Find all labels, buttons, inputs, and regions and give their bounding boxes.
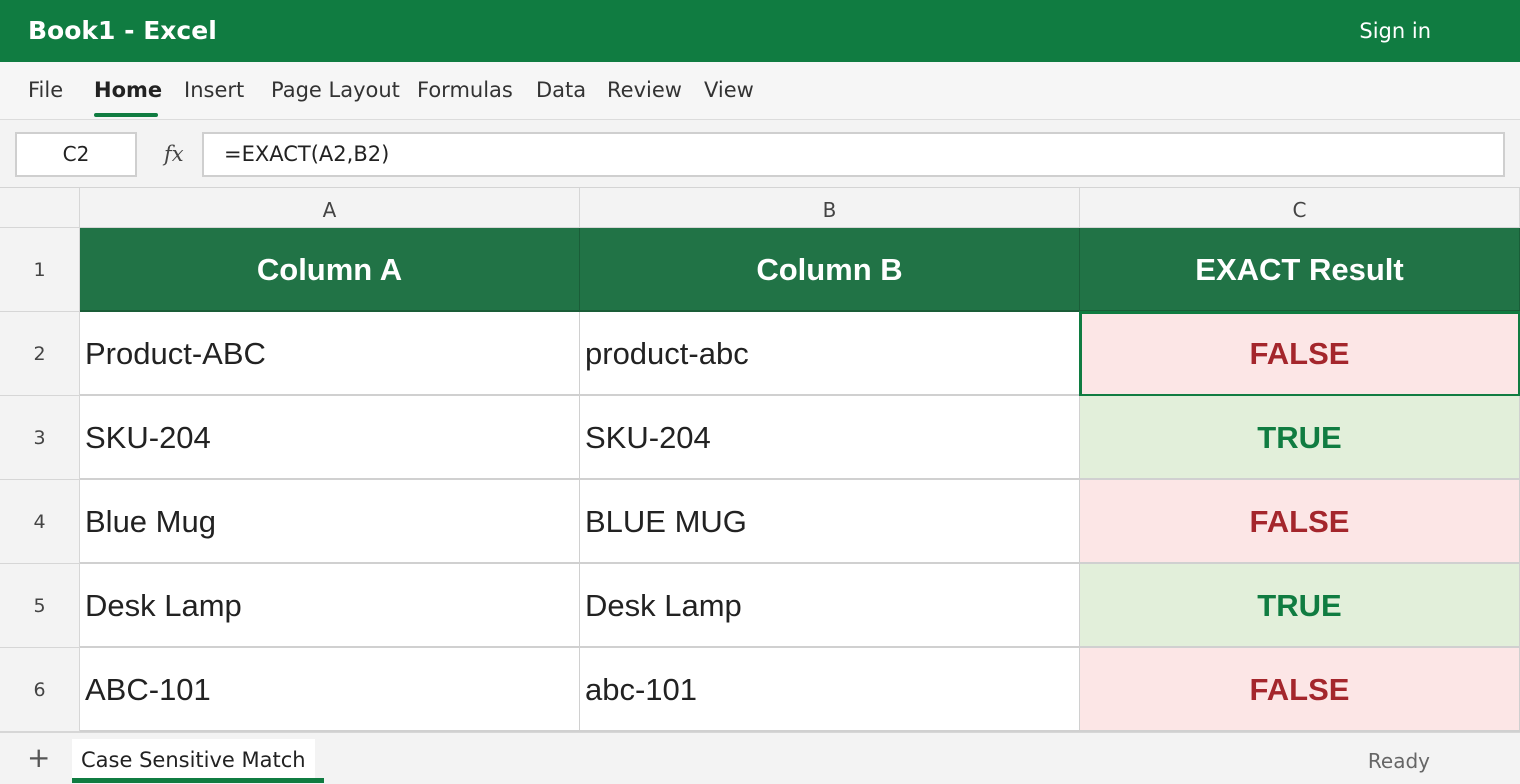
tab-insert[interactable]: Insert [184, 78, 244, 102]
add-sheet-icon[interactable]: + [27, 743, 50, 773]
cell-b2[interactable]: product-abc [580, 312, 1080, 396]
active-tab-indicator [94, 113, 158, 117]
app-title: Book1 - Excel [28, 16, 217, 45]
cell-a1[interactable]: Column A [80, 228, 580, 312]
tab-page-layout[interactable]: Page Layout [271, 78, 400, 102]
sheet-tab-case-sensitive-match[interactable]: Case Sensitive Match [72, 739, 315, 783]
row-header-3[interactable]: 3 [0, 396, 80, 480]
cell-c6[interactable]: FALSE [1080, 648, 1520, 732]
tab-home[interactable]: Home [94, 78, 162, 102]
tab-file[interactable]: File [28, 78, 63, 102]
active-sheet-indicator [72, 778, 324, 783]
cell-c4[interactable]: FALSE [1080, 480, 1520, 564]
cell-b4[interactable]: BLUE MUG [580, 480, 1080, 564]
tab-review[interactable]: Review [607, 78, 682, 102]
cell-a3[interactable]: SKU-204 [80, 396, 580, 480]
cell-c5[interactable]: TRUE [1080, 564, 1520, 648]
tab-formulas[interactable]: Formulas [417, 78, 513, 102]
column-header-c[interactable]: C [1080, 188, 1520, 228]
name-box[interactable]: C2 [15, 132, 137, 177]
row-header-2[interactable]: 2 [0, 312, 80, 396]
row-header-4[interactable]: 4 [0, 480, 80, 564]
select-all-corner[interactable] [0, 188, 80, 228]
cell-b3[interactable]: SKU-204 [580, 396, 1080, 480]
formula-input[interactable]: =EXACT(A2,B2) [202, 132, 1505, 177]
fx-icon: fx [164, 142, 184, 166]
cell-b1[interactable]: Column B [580, 228, 1080, 312]
column-header-row: A B C [0, 188, 1520, 228]
column-header-a[interactable]: A [80, 188, 580, 228]
cell-c2[interactable]: FALSE [1079, 311, 1520, 397]
row-header-5[interactable]: 5 [0, 564, 80, 648]
column-header-b[interactable]: B [580, 188, 1080, 228]
tab-data[interactable]: Data [536, 78, 586, 102]
sign-in-link[interactable]: Sign in [1359, 19, 1431, 43]
title-bar: Book1 - Excel Sign in [0, 0, 1520, 62]
cell-a6[interactable]: ABC-101 [80, 648, 580, 732]
status-text: Ready [1367, 749, 1430, 773]
row-header-6[interactable]: 6 [0, 648, 80, 732]
cell-b5[interactable]: Desk Lamp [580, 564, 1080, 648]
cell-a2[interactable]: Product-ABC [80, 312, 580, 396]
cell-b6[interactable]: abc-101 [580, 648, 1080, 732]
cell-c1[interactable]: EXACT Result [1080, 228, 1520, 312]
formula-bar: C2 fx =EXACT(A2,B2) [0, 120, 1520, 188]
ribbon-tabs: File Home Insert Page Layout Formulas Da… [0, 62, 1520, 120]
row-header-1[interactable]: 1 [0, 228, 80, 312]
cell-c3[interactable]: TRUE [1080, 396, 1520, 480]
cell-a4[interactable]: Blue Mug [80, 480, 580, 564]
status-bar: + Case Sensitive Match Ready [0, 732, 1520, 784]
cell-a5[interactable]: Desk Lamp [80, 564, 580, 648]
tab-view[interactable]: View [704, 78, 754, 102]
